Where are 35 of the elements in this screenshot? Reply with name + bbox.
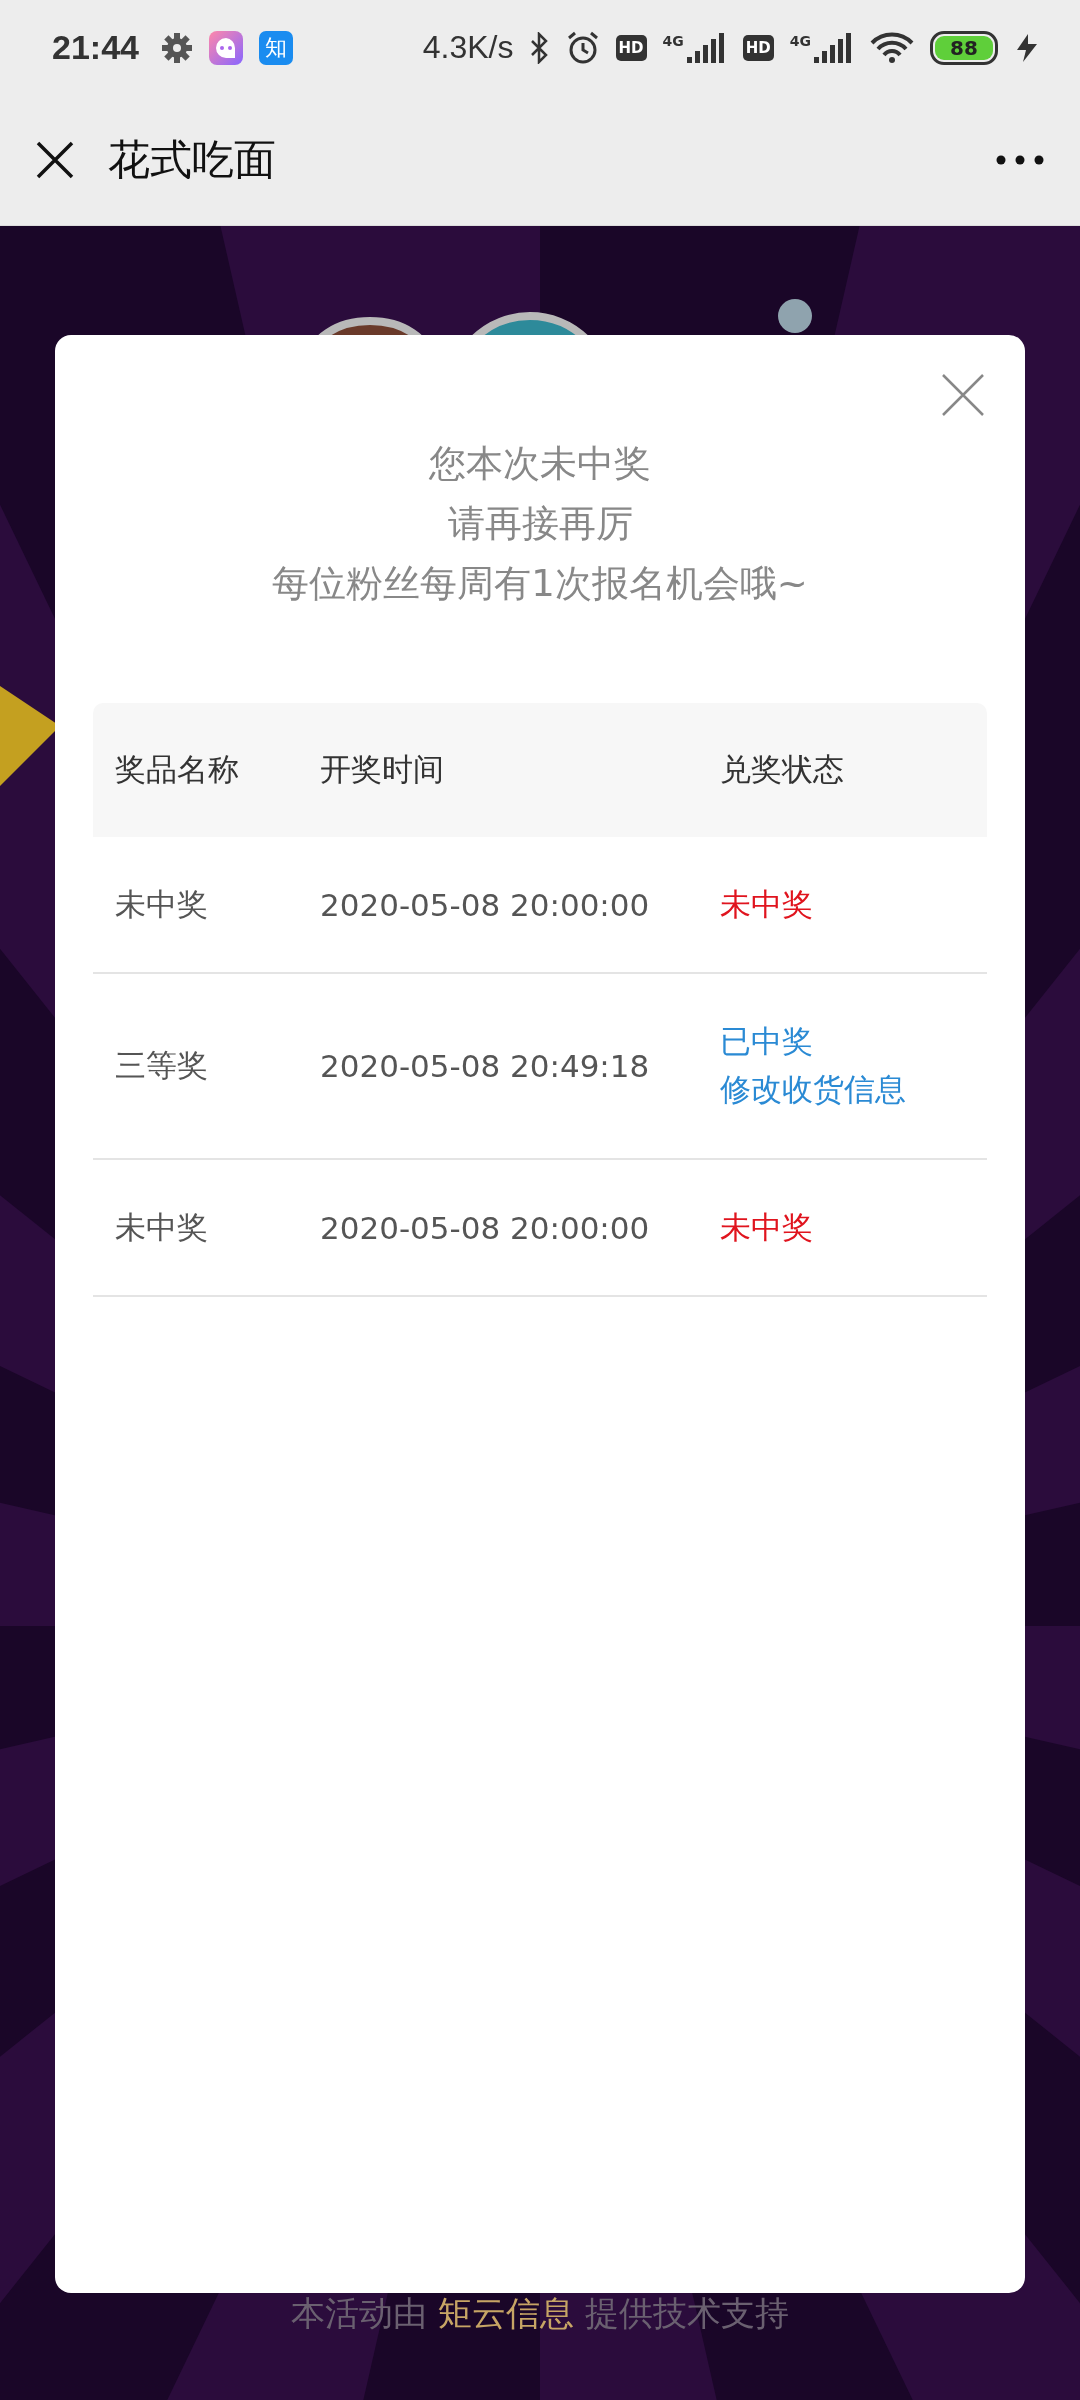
bluetooth-icon xyxy=(529,31,550,64)
zhihu-app-icon: 知 xyxy=(258,30,293,65)
hd-badge: HD xyxy=(615,34,647,61)
table-cell-text: 未中奖 xyxy=(115,884,209,924)
status-text: 未中奖 xyxy=(720,1207,814,1247)
wifi-icon xyxy=(870,31,914,64)
close-icon[interactable] xyxy=(36,141,74,179)
column-header: 开奖时间 xyxy=(320,750,445,789)
status-text: 未中奖 xyxy=(720,884,814,924)
signal-icon xyxy=(814,32,854,63)
network-speed: 4.3K/s xyxy=(422,29,514,66)
table-cell-text: 2020-05-08 20:49:18 xyxy=(320,1048,651,1084)
edit-address-link[interactable]: 修改收货信息 xyxy=(720,1069,987,1111)
status-text: 已中奖 xyxy=(720,1022,814,1061)
network-type: 4G xyxy=(789,32,811,49)
battery-icon: 88 xyxy=(930,30,998,65)
network-type: 4G xyxy=(662,32,684,49)
column-header: 奖品名称 xyxy=(115,750,240,789)
hd-badge: HD xyxy=(742,34,774,61)
more-icon[interactable] xyxy=(996,155,1044,165)
clock: 21:44 xyxy=(52,28,139,67)
alarm-icon xyxy=(565,30,600,65)
result-message: 每位粉丝每周有1次报名机会哦~ xyxy=(272,565,808,603)
result-message: 请再接再厉 xyxy=(447,505,633,543)
table-cell-text: 未中奖 xyxy=(115,1207,209,1247)
table-cell-text: 2020-05-08 20:00:00 xyxy=(320,1209,651,1246)
column-header: 兑奖状态 xyxy=(720,750,845,789)
page-title: 花式吃面 xyxy=(108,134,277,186)
footer-credit: 本活动由 矩云信息 提供技术支持 xyxy=(290,2292,790,2335)
table-cell-text: 三等奖 xyxy=(115,1046,209,1085)
table-cell-text: 2020-05-08 20:00:00 xyxy=(320,886,651,923)
result-message: 您本次未中奖 xyxy=(429,445,651,483)
chat-app-icon xyxy=(208,30,243,65)
gear-icon xyxy=(160,31,193,64)
signal-icon xyxy=(686,32,727,63)
